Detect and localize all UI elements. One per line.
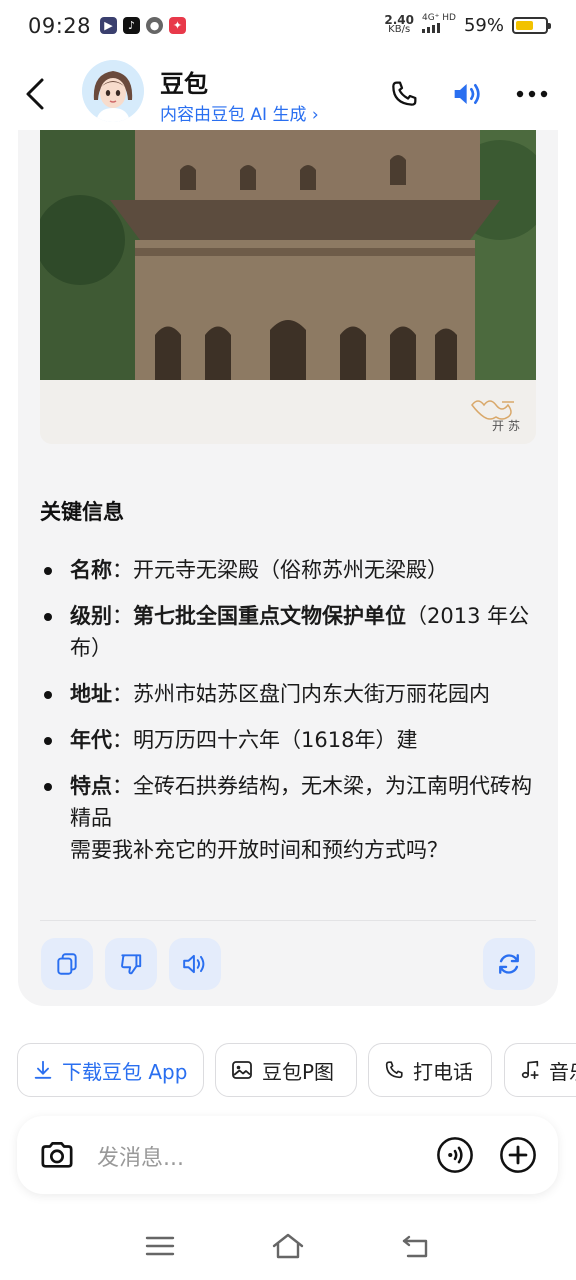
photo-caption: 开苏 — [491, 419, 524, 433]
brick-hall-image — [40, 130, 536, 444]
quick-actions: 下载豆包 App 豆包P图 打电话 音乐 — [17, 1043, 576, 1099]
phone-call-chip[interactable]: 打电话 — [368, 1043, 492, 1097]
info-item-address: 地址：苏州市姑苏区盘门内东大街万丽花园内 — [40, 678, 540, 710]
battery-icon — [512, 16, 551, 34]
thumbs-down-icon — [121, 954, 142, 975]
add-button[interactable] — [498, 1135, 538, 1175]
plus-circle-icon — [500, 1137, 536, 1173]
notification-icons: ▶ ♪ ● ✦ — [100, 17, 186, 34]
voice-call-button[interactable] — [435, 1135, 475, 1175]
info-sep: ： — [112, 682, 133, 706]
info-sep: ： — [112, 604, 133, 628]
speaker-on-icon — [454, 84, 480, 104]
copy-button[interactable] — [41, 938, 93, 990]
message-input[interactable]: 发消息... — [97, 1140, 184, 1172]
regenerate-button[interactable] — [483, 938, 535, 990]
download-app-chip[interactable]: 下载豆包 App — [17, 1043, 204, 1097]
info-sep: ： — [112, 558, 133, 582]
chip-label: 豆包P图 — [262, 1059, 335, 1084]
chat-title: 豆包 — [160, 70, 208, 98]
camera-icon — [41, 1142, 73, 1168]
key-info-list: 名称：开元寺无梁殿（俗称苏州无梁殿） 级别：第七批全国重点文物保护单位（2013… — [40, 554, 540, 880]
phone-icon — [385, 1061, 403, 1079]
video-app-icon: ▶ — [100, 17, 117, 34]
speaker-button[interactable] — [450, 76, 486, 112]
back-nav-button[interactable] — [394, 1226, 438, 1266]
speaker-icon — [183, 954, 205, 974]
copy-icon — [57, 953, 77, 975]
shopping-app-icon: ✦ — [169, 17, 186, 34]
info-item-era: 年代：明万历四十六年（1618年）建 — [40, 724, 540, 756]
chip-label: 音乐 — [549, 1059, 576, 1084]
info-item-level: 级别：第七批全国重点文物保护单位（2013 年公布） — [40, 600, 540, 664]
chip-label: 打电话 — [413, 1059, 473, 1084]
temple-photo[interactable]: 开苏 — [40, 130, 536, 444]
info-value: 全砖石拱券结构，无木梁，为江南明代砖构精品 — [70, 774, 532, 830]
info-item-name: 名称：开元寺无梁殿（俗称苏州无梁殿） — [40, 554, 540, 586]
status-right: 2.40 KB/s 4G⁺ HD 59% — [384, 13, 551, 36]
section-title: 关键信息 — [40, 500, 124, 524]
network-speed-unit: KB/s — [388, 24, 411, 35]
divider — [40, 920, 536, 921]
voice-wave-icon — [437, 1137, 473, 1173]
dislike-button[interactable] — [105, 938, 157, 990]
info-item-features: 特点：全砖石拱券结构，无木梁，为江南明代砖构精品需要我补充它的开放时间和预约方式… — [40, 770, 540, 866]
image-edit-icon — [232, 1061, 252, 1079]
more-button[interactable] — [514, 76, 550, 112]
info-sep: ： — [112, 728, 133, 752]
camera-button[interactable] — [37, 1135, 77, 1175]
avatar-girl-icon — [82, 60, 144, 122]
message-bubble-icon: ● — [146, 17, 163, 34]
info-value: 明万历四十六年（1618年）建 — [133, 728, 418, 752]
ai-message-card: 开苏 关键信息 名称：开元寺无梁殿（俗称苏州无梁殿） 级别：第七批全国重点文物保… — [18, 130, 558, 1006]
info-key: 名称 — [70, 558, 112, 582]
info-key: 特点 — [70, 774, 112, 798]
info-key: 年代 — [70, 728, 112, 752]
network-speed: 2.40 KB/s — [384, 14, 414, 35]
battery-level — [516, 20, 533, 30]
read-aloud-button[interactable] — [169, 938, 221, 990]
music-chip[interactable]: 音乐 — [504, 1043, 576, 1097]
menu-lines-icon — [145, 1236, 175, 1256]
battery-percent: 59% — [463, 14, 504, 36]
refresh-icon — [499, 954, 519, 974]
download-icon — [34, 1060, 52, 1079]
info-value: 开元寺无梁殿（俗称苏州无梁殿） — [133, 558, 448, 582]
chip-label: 下载豆包 App — [62, 1059, 188, 1084]
signal-bars-icon — [421, 23, 440, 33]
status-bar: 09:28 ▶ ♪ ● ✦ 2.40 KB/s 4G⁺ HD 59% — [0, 0, 576, 56]
info-value-bold: 第七批全国重点文物保护单位 — [133, 604, 406, 628]
chat-header: 豆包 内容由豆包 AI 生成 › — [0, 56, 576, 132]
signal-indicator: 4G⁺ HD — [421, 13, 456, 36]
back-button[interactable] — [22, 74, 52, 114]
avatar[interactable] — [82, 60, 144, 122]
system-nav-bar — [0, 1218, 576, 1280]
recent-apps-button[interactable] — [138, 1226, 182, 1266]
home-icon — [272, 1233, 304, 1259]
ai-generated-notice[interactable]: 内容由豆包 AI 生成 › — [160, 100, 319, 125]
more-dots-icon — [516, 90, 548, 98]
home-button[interactable] — [266, 1226, 310, 1266]
call-button[interactable] — [386, 76, 422, 112]
status-time: 09:28 — [28, 14, 92, 38]
info-key: 级别 — [70, 604, 112, 628]
back-arrow-icon — [402, 1235, 428, 1258]
info-key: 地址 — [70, 682, 112, 706]
chevron-left-icon — [26, 78, 44, 110]
phone-icon — [392, 81, 417, 106]
network-type: 4G⁺ HD — [421, 13, 456, 23]
music-icon — [521, 1060, 539, 1080]
followup-question: 需要我补充它的开放时间和预约方式吗？ — [70, 838, 448, 862]
photo-edit-chip[interactable]: 豆包P图 — [215, 1043, 357, 1097]
info-sep: ： — [112, 774, 133, 798]
message-composer: 发消息... — [17, 1116, 558, 1194]
tiktok-icon: ♪ — [123, 17, 140, 34]
info-value: 苏州市姑苏区盘门内东大街万丽花园内 — [133, 682, 490, 706]
